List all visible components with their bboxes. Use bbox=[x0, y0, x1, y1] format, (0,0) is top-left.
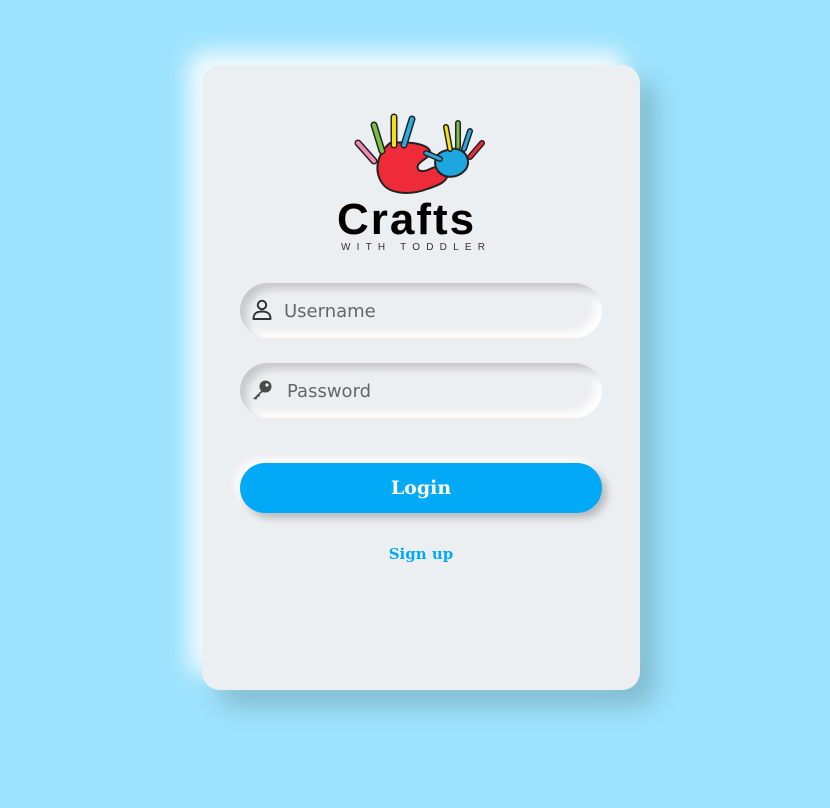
handprints-icon bbox=[354, 113, 485, 194]
password-input[interactable] bbox=[285, 363, 589, 420]
signup-link[interactable]: Sign up bbox=[202, 545, 640, 563]
username-field[interactable] bbox=[240, 283, 602, 340]
username-input[interactable] bbox=[282, 283, 586, 340]
brand-name: Crafts bbox=[337, 195, 477, 244]
login-card: Crafts WITH TODDLER Login Sign up bbox=[202, 65, 640, 690]
password-field[interactable] bbox=[240, 363, 602, 420]
crafts-logo: Crafts WITH TODDLER bbox=[332, 109, 512, 259]
key-icon bbox=[253, 380, 272, 400]
user-icon bbox=[252, 299, 272, 320]
brand-tagline: WITH TODDLER bbox=[341, 242, 492, 253]
login-button[interactable]: Login bbox=[240, 463, 602, 513]
